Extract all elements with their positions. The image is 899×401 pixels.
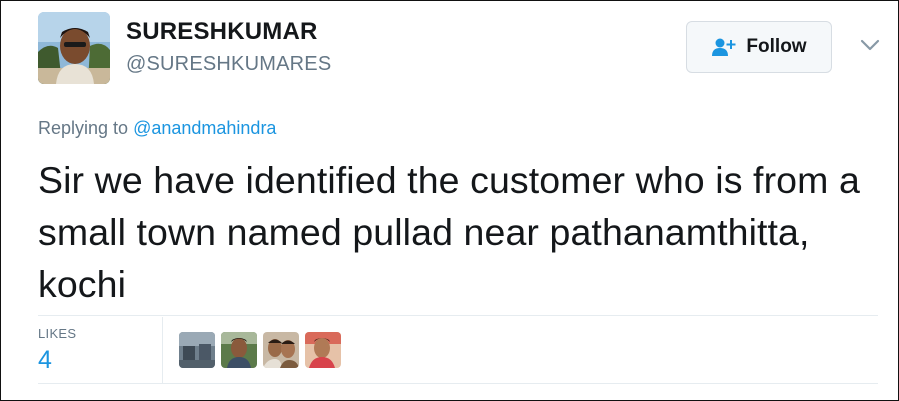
tweet-text: Sir we have identified the customer who … — [38, 159, 860, 305]
liker-avatar[interactable] — [305, 332, 341, 368]
follow-person-plus-icon — [711, 37, 737, 57]
likes-label: LIKES — [38, 326, 77, 341]
liker-avatar[interactable] — [263, 332, 299, 368]
stats-vertical-divider — [162, 317, 163, 383]
stats-divider-bottom — [38, 383, 878, 384]
author-avatar[interactable] — [38, 12, 110, 84]
likers-avatars — [179, 332, 341, 368]
likes-count[interactable]: 4 — [38, 346, 52, 375]
chevron-down-icon[interactable] — [859, 37, 881, 53]
liker-avatar[interactable] — [221, 332, 257, 368]
follow-button-label: Follow — [746, 36, 807, 57]
follow-button[interactable]: Follow — [686, 21, 832, 73]
tweet-card: SURESHKUMAR @SURESHKUMARES Follow Replyi… — [0, 0, 899, 401]
stats-divider-top — [38, 315, 878, 316]
author-display-name[interactable]: SURESHKUMAR — [126, 18, 318, 46]
replying-prefix: Replying to — [38, 118, 129, 138]
author-handle[interactable]: @SURESHKUMARES — [126, 53, 331, 76]
replying-mention-link[interactable]: @anandmahindra — [133, 118, 276, 138]
liker-avatar[interactable] — [179, 332, 215, 368]
replying-to: Replying to @anandmahindra — [38, 118, 276, 139]
